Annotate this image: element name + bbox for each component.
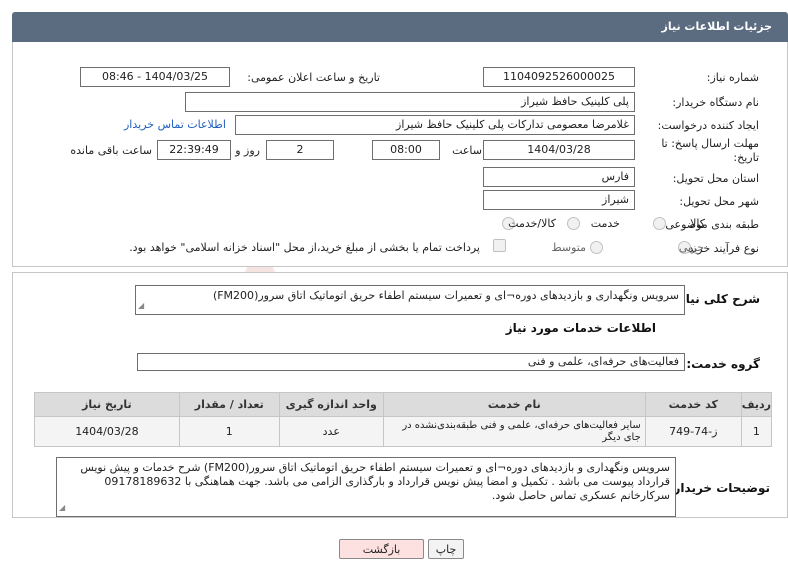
category-goods-service-label: کالا/خدمت	[508, 217, 556, 230]
buyer-contact-link[interactable]: اطلاعات تماس خریدار	[124, 118, 226, 131]
services-section-title: اطلاعات خدمات مورد نیاز	[505, 321, 656, 335]
quantity: 1	[178, 416, 280, 447]
province-label: استان محل تحویل:	[672, 172, 759, 185]
resize-grip-icon[interactable]: ◢	[59, 501, 65, 515]
announce-datetime-label: تاریخ و ساعت اعلان عمومی:	[247, 71, 380, 84]
column-header: واحد اندازه گیری	[278, 392, 384, 417]
general-description-field[interactable]: سرویس ونگهداری و بازدیدهای دوره¬ای و تعم…	[135, 285, 685, 315]
deadline-time-field[interactable]: 08:00	[372, 140, 440, 160]
category-service-radio[interactable]	[567, 217, 580, 230]
announce-datetime-field[interactable]: 1404/03/25 - 08:46	[80, 67, 230, 87]
buyer-notes-field[interactable]: سرویس ونگهداری و بازدیدهای دوره¬ای و تعم…	[56, 457, 676, 517]
category-label: طبقه بندی موضوعی:	[661, 218, 759, 231]
page-header: جزئیات اطلاعات نیاز	[12, 12, 788, 42]
creator-label: ایجاد کننده درخواست:	[657, 119, 759, 132]
treasury-note: پرداخت تمام یا بخشی از مبلغ خرید،از محل …	[129, 241, 480, 254]
process-medium-label: متوسط	[551, 241, 586, 254]
column-header: ردیف	[740, 392, 773, 417]
deadline-label: مهلت ارسال پاسخ: تا	[661, 137, 759, 150]
buyer-notes-label: توضیحات خریدار:	[668, 481, 770, 495]
measurement-unit: عدد	[278, 416, 384, 447]
need-date: 1404/03/28	[34, 416, 180, 447]
deadline-date-field[interactable]: 1404/03/28	[483, 140, 635, 160]
city-field[interactable]: شیراز	[483, 190, 635, 210]
province-field[interactable]: فارس	[483, 167, 635, 187]
resize-grip-icon[interactable]: ◢	[138, 299, 144, 313]
row-index: 1	[740, 416, 773, 447]
service-group-label: گروه خدمت:	[686, 357, 760, 371]
deadline-time-label: ساعت	[452, 144, 482, 157]
service-code: ز-74-749	[644, 416, 742, 447]
print-button[interactable]: چاپ	[428, 539, 464, 559]
back-button[interactable]: بازگشت	[339, 539, 424, 559]
buyer-org-field[interactable]: پلی کلینیک حافظ شیراز	[185, 92, 635, 112]
column-header: نام خدمت	[382, 392, 646, 417]
process-minor-label: جزیی	[678, 241, 704, 254]
category-goods-radio[interactable]	[653, 217, 666, 230]
column-header: تاریخ نیاز	[34, 392, 180, 417]
days-label: روز و	[235, 144, 260, 157]
general-description-label: شرح کلی نیاز:	[674, 292, 760, 306]
category-goods-label: کالا	[690, 217, 705, 230]
general-description-text: سرویس ونگهداری و بازدیدهای دوره¬ای و تعم…	[212, 289, 679, 302]
need-number-field[interactable]: 1104092526000025	[483, 67, 635, 87]
page-title: جزئیات اطلاعات نیاز	[661, 20, 773, 33]
column-header: کد خدمت	[644, 392, 742, 417]
days-field[interactable]: 2	[266, 140, 334, 160]
column-header: تعداد / مقدار	[178, 392, 280, 417]
buyer-notes-text: سرویس ونگهداری و بازدیدهای دوره¬ای و تعم…	[80, 461, 670, 502]
city-label: شهر محل تحویل:	[679, 195, 759, 208]
category-service-label: خدمت	[590, 217, 620, 230]
remaining-time-field[interactable]: 22:39:49	[157, 140, 231, 160]
creator-field[interactable]: غلامرضا معصومی تدارکات پلی کلینیک حافظ ش…	[235, 115, 635, 135]
process-medium-radio[interactable]	[590, 241, 603, 254]
service-group-field[interactable]: فعالیت‌های حرفه‌ای، علمی و فنی	[137, 353, 685, 371]
table-row[interactable]: 1 ز-74-749 سایر فعالیت‌های حرفه‌ای، علمی…	[34, 416, 773, 447]
buyer-org-label: نام دستگاه خریدار:	[672, 96, 759, 109]
services-table: ردیف کد خدمت نام خدمت واحد اندازه گیری ت…	[34, 392, 773, 447]
service-name: سایر فعالیت‌های حرفه‌ای، علمی و فنی طبقه…	[382, 416, 646, 447]
treasury-checkbox[interactable]	[493, 239, 506, 252]
remaining-time-label: ساعت باقی مانده	[70, 144, 152, 157]
deadline-date-label: تاریخ:	[733, 151, 759, 164]
need-number-label: شماره نیاز:	[706, 71, 759, 84]
table-header-row: ردیف کد خدمت نام خدمت واحد اندازه گیری ت…	[34, 392, 773, 417]
